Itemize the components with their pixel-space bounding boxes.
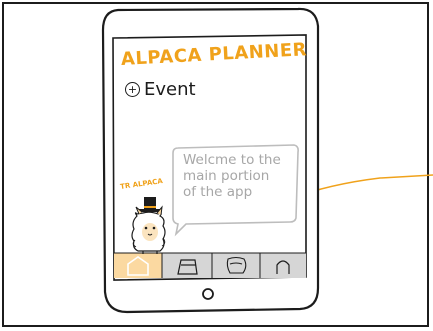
- add-event-button[interactable]: + Event: [125, 79, 196, 100]
- welcome-line: of the app: [183, 184, 253, 200]
- welcome-message: Welcme to the main portion of the app: [183, 152, 289, 200]
- tab-profile[interactable]: [260, 254, 306, 276]
- tab-home[interactable]: [114, 254, 162, 276]
- plus-icon: +: [125, 82, 140, 97]
- event-label: Event: [144, 79, 196, 100]
- tab-alpaca[interactable]: [212, 254, 260, 276]
- welcome-line: main portion: [183, 168, 270, 184]
- device-home-button[interactable]: [201, 287, 215, 301]
- tab-calendar[interactable]: [162, 254, 212, 276]
- welcome-line: Welcme to the: [183, 152, 281, 168]
